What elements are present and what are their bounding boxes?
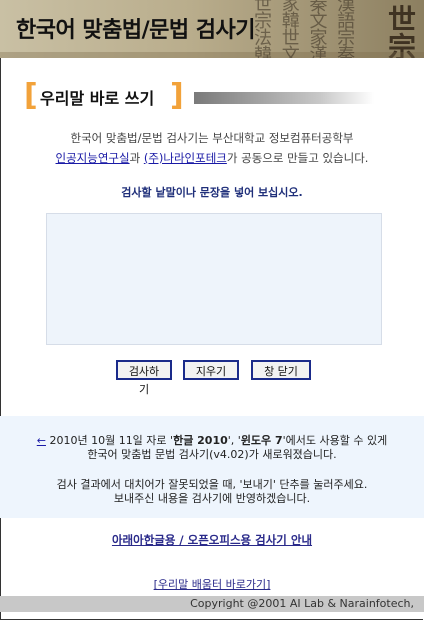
text-input[interactable] (46, 213, 382, 345)
notice-box: ← 2010년 10월 11일 자로 '한글 2010', '윈도우 7'에서도… (0, 416, 424, 518)
checker-guide-link[interactable]: 아래아한글용 / 오픈오피스용 검사기 안내 (0, 532, 424, 548)
left-bracket-icon: [ (24, 78, 38, 113)
intro-line2-end: 가 공동으로 만들고 있습니다. (226, 151, 369, 165)
calligraphy-decoration: 世 家 秦 漢宗 韓 文 語法 世 家 宗韓 文 漢 秦 (254, 0, 358, 58)
intro-text: 한국어 맞춤법/문법 검사기는 부산대학교 정보컴퓨터공학부 인공지능연구실과 … (0, 128, 424, 168)
intro-line1: 한국어 맞춤법/문법 검사기는 부산대학교 정보컴퓨터공학부 (70, 131, 354, 145)
clear-button[interactable]: 지우기 (183, 360, 239, 380)
check-button[interactable]: 검사하기 (116, 360, 172, 396)
section-heading: [ 우리말 바로 쓰기 ] (24, 76, 374, 116)
button-group: 검사하기 지우기 창 닫기 (116, 360, 316, 396)
learning-center-shortcut-link[interactable]: [우리말 배움터 바로가기] (0, 576, 424, 592)
footer: Copyright @2001 AI Lab & Narainfotech, (0, 596, 424, 612)
copyright-text: Copyright @2001 AI Lab & Narainfotech, (190, 597, 414, 610)
notice-line4: 보내주신 내용을 검사기에 반영하겠습니다. (113, 492, 311, 505)
intro-line2: 인공지능연구실과 (주)나라인포테크가 공동으로 만들고 있습니다. (0, 148, 424, 168)
notice-line2: 한국어 맞춤법 문법 검사기(v4.02)가 새로워졌습니다. (87, 448, 337, 461)
right-bracket-icon: ] (170, 78, 184, 113)
header-banner: 世 家 秦 漢宗 韓 文 語法 世 家 宗韓 文 漢 秦 世宗 한국어 맞춤법/… (0, 0, 424, 58)
section-title: 우리말 바로 쓰기 (40, 89, 155, 108)
close-window-button[interactable]: 창 닫기 (251, 360, 311, 380)
narainfotech-link[interactable]: (주)나라인포테크 (144, 151, 227, 165)
intro-connector: 과 (129, 151, 141, 165)
instruction-text: 검사할 낱말이나 문장을 넣어 보십시오. (121, 186, 303, 199)
section-divider-bar (194, 92, 374, 104)
ai-lab-link[interactable]: 인공지능연구실 (56, 151, 130, 165)
page-title: 한국어 맞춤법/문법 검사기 (16, 18, 256, 43)
